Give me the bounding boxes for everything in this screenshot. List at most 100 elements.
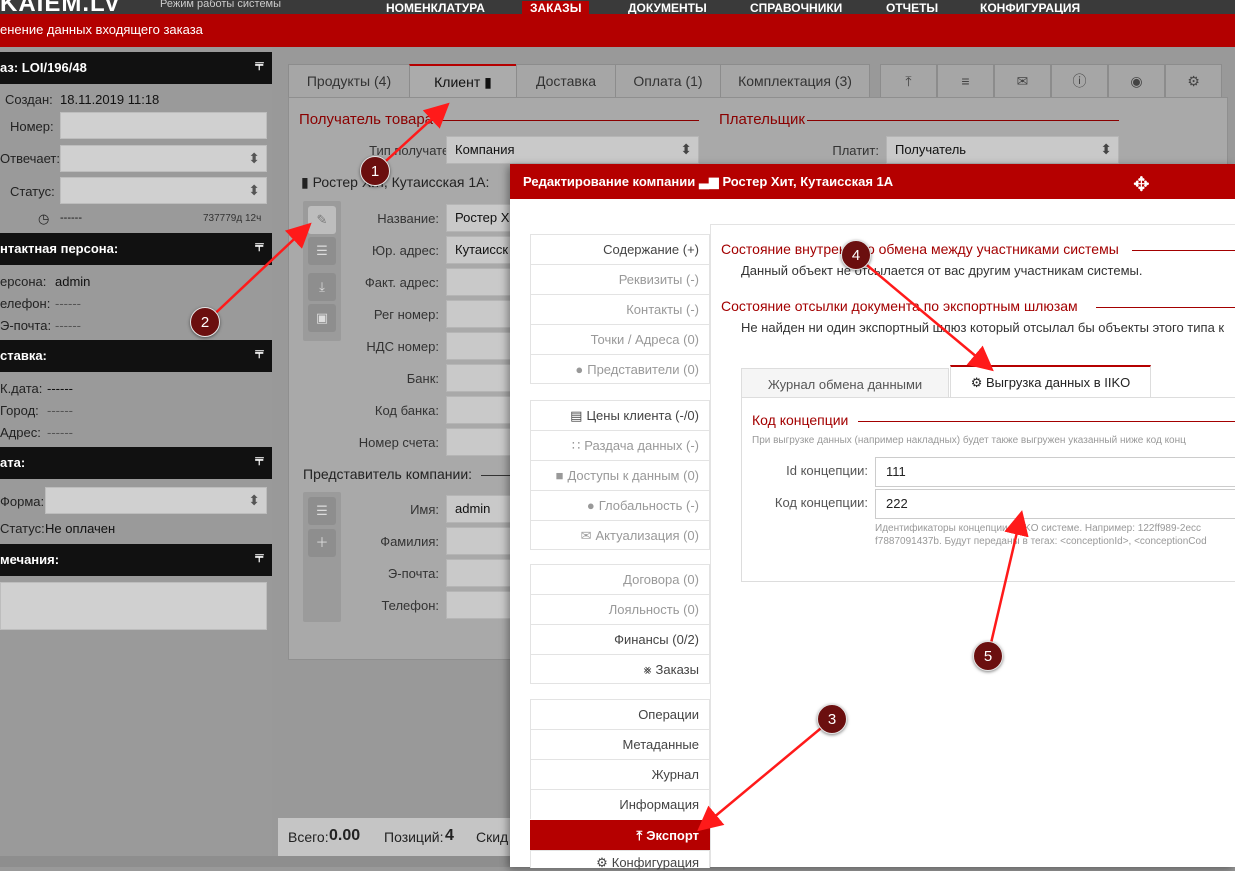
responsible-select[interactable] [60,145,267,172]
nav-item-metadata[interactable]: Метаданные [530,729,710,759]
edit-icon[interactable]: ✎ [308,206,336,234]
nav-item-finance[interactable]: Финансы (0/2) [530,624,710,654]
gears-icon: ⚙ [596,855,608,870]
account-number-input[interactable] [446,428,516,456]
collapse-icon[interactable]: ⫧ [255,452,264,470]
building-icon: ▮ [484,74,492,90]
add-icon[interactable]: ＋ [308,529,336,557]
nav-references[interactable]: СПРАВОЧНИКИ [750,1,842,14]
order-sidebar: аз: LOI/196/48 ⫧ Создан: 18.11.2019 11:1… [0,47,272,867]
nav-item-export[interactable]: ⤒ Экспорт [530,820,710,850]
phone-value: ------ [55,296,81,311]
nav-documents[interactable]: ДОКУМЕНТЫ [628,1,707,14]
delivery-title: ставка: [0,348,47,363]
download-icon[interactable]: ⤓ [308,273,336,301]
nav-item-data-sharing[interactable]: ∷ Раздача данных (-) [530,430,710,460]
concept-code-input[interactable]: 222 [875,489,1235,519]
rep-phone-input[interactable] [446,591,516,619]
nav-item-contacts[interactable]: Контакты (-) [530,294,710,324]
rep-surname-input[interactable] [446,527,516,555]
number-input[interactable] [60,112,267,139]
nav-item-data-access[interactable]: ■ Доступы к данным (0) [530,460,710,490]
reg-number-input[interactable] [446,300,516,328]
collapse-icon[interactable]: ⫧ [255,549,264,567]
nav-item-export-label: Экспорт [646,828,699,843]
nav-item-journal[interactable]: Журнал [530,759,710,789]
save-icon[interactable]: ▣ [308,304,336,332]
tab-client[interactable]: Клиент ▮ [409,64,517,98]
upload-icon: ⤒ [636,828,643,843]
rep-email-input[interactable] [446,559,516,587]
move-icon[interactable]: ✥ [1133,172,1150,197]
lock-icon: ■ [555,468,564,483]
nav-item-contracts[interactable]: Договора (0) [530,564,710,594]
nav-item-addresses[interactable]: Точки / Адреса (0) [530,324,710,354]
collapse-icon[interactable]: ⫧ [255,345,264,363]
nav-reports[interactable]: ОТЧЕТЫ [886,1,938,14]
nav-item-content[interactable]: Содержание (+) [530,234,710,264]
phone-label: елефон: [0,296,51,311]
nav-item-orders[interactable]: ⨳ Заказы [530,654,710,684]
nav-item-information[interactable]: Информация [530,789,710,819]
nav-item-representatives[interactable]: ● Представители (0) [530,354,710,384]
pays-select[interactable]: Получатель [886,136,1119,164]
collapse-icon[interactable]: ⫧ [255,238,264,256]
list-icon[interactable]: ☰ [308,497,336,525]
export-gateway-title: Состояние отсылки документа по экспортны… [721,298,1078,314]
city-value: ------ [47,403,73,418]
nav-item-globality-label: Глобальность (-) [598,498,699,513]
gear-icon[interactable]: ⚙ [1165,64,1222,98]
legal-address-input[interactable]: Кутаисск [446,236,516,264]
order-header[interactable]: аз: LOI/196/48 ⫧ [0,52,272,84]
company-name-input[interactable]: Ростер Хи [446,204,516,232]
nav-orders[interactable]: ЗАКАЗЫ [522,1,590,14]
modal-title-entity: Ростер Хит, Кутаисская 1А [722,174,894,189]
tab-payment[interactable]: Оплата (1) [615,64,721,98]
contact-header[interactable]: нтактная персона: ⫧ [0,233,272,265]
collapse-icon[interactable]: ⫧ [255,57,264,75]
tab-delivery[interactable]: Доставка [516,64,616,98]
payment-title: ата: [0,455,26,470]
concept-hint: При выгрузке данных (например накладных)… [752,435,1186,446]
tab-iiko-export-label: Выгрузка данных в IIKO [986,375,1131,390]
mail-icon[interactable]: ✉ [994,64,1051,98]
actual-address-input[interactable] [446,268,516,296]
nav-nomenclature[interactable]: НОМЕНКЛАТУРА [386,1,485,14]
payment-form-select[interactable] [45,487,267,514]
concept-id-input[interactable]: 111 [875,457,1235,487]
tab-assembly[interactable]: Комплектация (3) [720,64,870,98]
modal-title-prefix: Редактирование компании [523,174,696,189]
order-footer: Всего: 0.00 Позиций: 4 Скид [278,818,518,858]
concept-id-label: Id концепции: [786,463,868,478]
nav-item-actualization[interactable]: ✉ Актуализация (0) [530,520,710,550]
vat-number-input[interactable] [446,332,516,360]
upload-icon[interactable]: ⤒ [880,64,937,98]
tab-iiko-export[interactable]: ⚙ Выгрузка данных в IIKO [950,365,1151,400]
delivery-header[interactable]: ставка: ⫧ [0,340,272,372]
bank-code-input[interactable] [446,396,516,424]
list-icon[interactable]: ≡ [937,64,994,98]
nav-item-client-prices[interactable]: ▤ Цены клиента (-/0) [530,400,710,430]
age-value: 737779д 12ч [203,213,262,224]
notes-textarea[interactable] [0,582,267,630]
status-select[interactable] [60,177,267,204]
bank-input[interactable] [446,364,516,392]
nav-item-orders-label: Заказы [655,662,699,677]
nav-item-loyalty[interactable]: Лояльность (0) [530,594,710,624]
tab-products[interactable]: Продукты (4) [288,64,410,98]
nav-item-operations[interactable]: Операции [530,699,710,729]
list-icon[interactable]: ☰ [308,237,336,265]
nav-configuration[interactable]: КОНФИГУРАЦИЯ [980,1,1080,14]
rep-name-label: Имя: [410,502,439,517]
eye-icon[interactable]: ◉ [1108,64,1165,98]
nav-item-globality[interactable]: ● Глобальность (-) [530,490,710,520]
recipient-type-select[interactable]: Компания [446,136,699,164]
nav-item-configuration[interactable]: ⚙ Конфигурация [530,850,710,870]
rep-name-input[interactable]: admin [446,495,516,523]
payment-header[interactable]: ата: ⫧ [0,447,272,479]
notes-header[interactable]: мечания: ⫧ [0,544,272,576]
info-icon[interactable]: ⓘ [1051,64,1108,98]
nav-item-details[interactable]: Реквизиты (-) [530,264,710,294]
modal-header[interactable]: Редактирование компании ▃▆ Ростер Хит, К… [510,164,1235,199]
bank-label: Банк: [406,371,439,386]
